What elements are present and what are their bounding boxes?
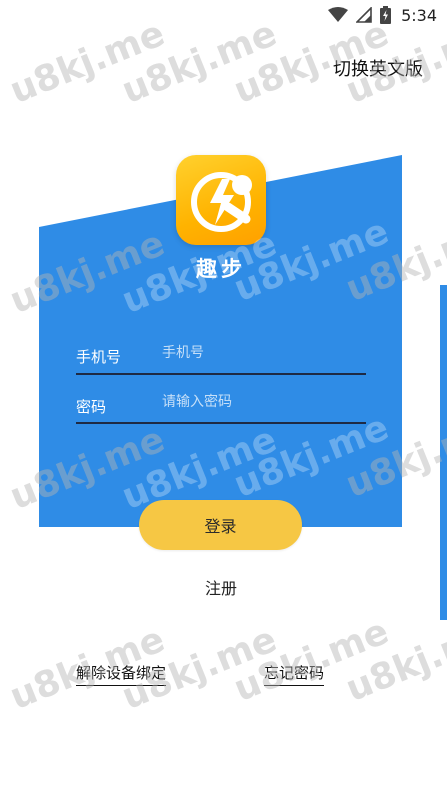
watermark-text: u8kj.me (340, 211, 447, 310)
phone-input[interactable] (162, 340, 362, 366)
watermark-text: u8kj.me (340, 611, 447, 710)
app-logo-icon (176, 155, 266, 245)
status-time: 5:34 (401, 5, 437, 25)
signal-icon (356, 7, 372, 23)
status-bar: 5:34 (0, 0, 447, 30)
right-edge-decoration (440, 285, 447, 620)
status-icons: 5:34 (328, 4, 437, 26)
password-label: 密码 (76, 398, 107, 416)
unbind-device-link[interactable]: 解除设备绑定 (76, 662, 167, 686)
battery-charging-icon (380, 6, 392, 24)
watermark-text: u8kj.me (4, 223, 171, 322)
app-name: 趣步 (196, 257, 246, 281)
phone-underline (76, 373, 366, 375)
phone-label: 手机号 (76, 348, 122, 366)
password-input[interactable] (162, 389, 362, 415)
wifi-icon (328, 7, 349, 23)
language-switch-button[interactable]: 切换英文版 (333, 55, 423, 81)
watermark-text: u8kj.me (4, 419, 171, 518)
password-underline (76, 422, 366, 424)
register-link[interactable]: 注册 (180, 575, 262, 599)
forgot-password-link[interactable]: 忘记密码 (264, 662, 325, 686)
watermark-text: u8kj.me (228, 611, 395, 710)
login-button[interactable]: 登录 (139, 500, 302, 550)
